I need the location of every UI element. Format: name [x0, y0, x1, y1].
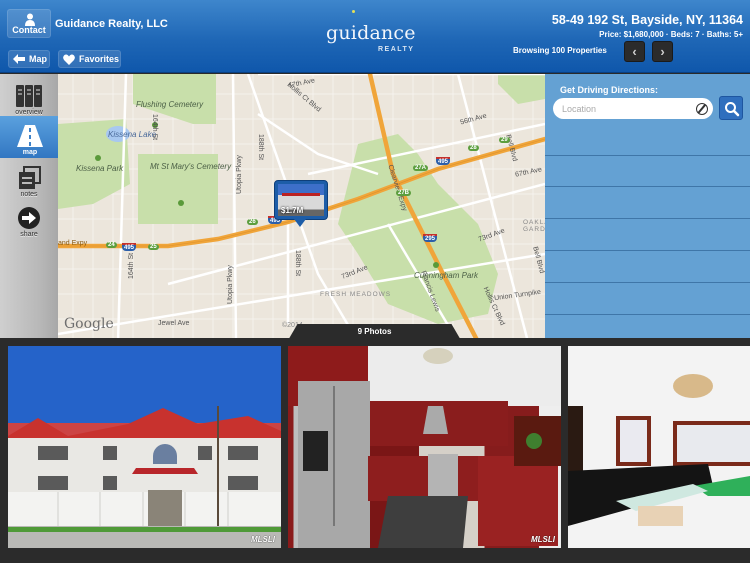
photo-house-exterior[interactable]: MLSLI	[8, 346, 281, 548]
photos-count-tab[interactable]: 9 Photos	[287, 324, 462, 342]
contact-button[interactable]: Contact	[7, 9, 51, 38]
heart-icon	[63, 54, 75, 65]
exit-shield: 27A	[413, 165, 429, 171]
map-label-flushing-cemetery: Flushing Cemetery	[136, 100, 204, 109]
road-icon	[17, 125, 43, 147]
section-sidebar: overview map notes share	[0, 74, 65, 342]
directions-row	[545, 155, 750, 187]
property-address: 58-49 192 St, Bayside, NY, 11364	[551, 13, 743, 27]
guidance-realty-logo: guidance REALTY	[318, 6, 428, 62]
mls-watermark: MLSLI	[531, 535, 555, 544]
contact-label: Contact	[12, 25, 46, 35]
person-icon	[25, 13, 35, 26]
photo-living-room[interactable]	[568, 346, 750, 548]
exit-shield: 25	[148, 244, 159, 250]
next-property-button[interactable]: ›	[652, 41, 673, 62]
map-label-utopia-pkwy-south: Utopia Pkwy	[227, 265, 234, 304]
map-label-mt-st-marys: Mt St Mary's Cemetery	[150, 162, 232, 171]
share-arrow-icon	[18, 207, 40, 229]
exit-shield: 28	[468, 145, 479, 151]
map-label-oakland-gardens: OAKLA GARDE	[523, 219, 545, 233]
map-label-jewel-ave: Jewel Ave	[158, 320, 190, 327]
favorites-label: Favorites	[79, 54, 120, 64]
map-label-kissena-park: Kissena Park	[76, 164, 124, 173]
map-label-164th-st-south: 164th St	[128, 252, 135, 279]
previous-property-button[interactable]: ‹	[624, 41, 645, 62]
directions-row	[545, 251, 750, 283]
sidebar-item-map[interactable]: map	[0, 116, 65, 158]
logo-word: guidance	[326, 22, 416, 44]
pin-price: $1.7M	[281, 206, 304, 215]
mls-watermark: MLSLI	[251, 535, 275, 544]
interstate-shield: 495	[436, 157, 451, 165]
search-button[interactable]	[719, 96, 743, 120]
google-logo: Google	[64, 316, 114, 332]
directions-row	[545, 187, 750, 219]
search-icon	[725, 102, 740, 117]
logo-sub: REALTY	[378, 46, 415, 53]
photo-kitchen[interactable]: MLSLI	[288, 346, 561, 548]
flushing-cemetery-area	[133, 74, 216, 124]
header: Contact Guidance Realty, LLC Map Favorit…	[0, 0, 750, 73]
sidebar-label-notes: notes	[20, 191, 38, 198]
property-details: Price: $1,680,000 · Beds: 7 · Baths: 5+	[599, 30, 743, 39]
location-input[interactable]	[553, 98, 713, 119]
chevron-right-icon: ›	[660, 44, 665, 59]
company-name: Guidance Realty, LLC	[55, 18, 168, 30]
sidebar-item-overview[interactable]: overview	[0, 76, 58, 118]
columns-icon	[16, 85, 42, 107]
sidebar-item-share[interactable]: share	[0, 198, 58, 240]
map-label-fresh-meadows: FRESH MEADOWS	[320, 291, 392, 298]
interstate-shield: 495	[122, 243, 137, 251]
exit-shield: 27B	[396, 190, 412, 196]
sidebar-label-share: share	[20, 231, 38, 238]
exit-shield: 29	[499, 137, 510, 143]
map-label-long-island-expy: and Expy	[58, 240, 88, 247]
map-label-kissena-lake: Kissena Lake	[108, 130, 157, 139]
photo-strip[interactable]: 9 Photos MLSLI MLSLI	[0, 324, 750, 563]
map-label-164th-st: 164th St	[151, 114, 158, 141]
directions-panel: Get Driving Directions:	[545, 74, 750, 342]
notes-icon	[19, 166, 41, 189]
exit-shield: 24	[106, 242, 117, 248]
directions-row	[545, 219, 750, 251]
sidebar-label-map: map	[22, 149, 38, 156]
chevron-left-icon: ‹	[632, 44, 637, 59]
map-label-188th-st: 188th St	[257, 134, 264, 161]
browsing-count: Browsing 100 Properties	[513, 46, 607, 55]
property-map-pin[interactable]: $1.7M	[274, 180, 328, 227]
arrow-left-icon	[13, 54, 25, 64]
logo-dot	[352, 10, 355, 13]
compass-icon[interactable]	[696, 103, 708, 115]
house-exterior-image	[8, 406, 281, 532]
map-button-label: Map	[29, 54, 47, 64]
directions-title: Get Driving Directions:	[560, 85, 659, 95]
map-view[interactable]: Flushing Cemetery Kissena Lake Kissena P…	[58, 74, 545, 342]
app: Contact Guidance Realty, LLC Map Favorit…	[0, 0, 750, 563]
directions-list	[545, 155, 750, 315]
exit-shield: 26	[247, 219, 258, 225]
living-room-image	[568, 346, 750, 548]
back-to-map-button[interactable]: Map	[8, 50, 50, 68]
map-label-utopia-pkwy: Utopia Pkwy	[236, 155, 243, 194]
favorites-button[interactable]: Favorites	[58, 50, 121, 68]
kitchen-image	[288, 346, 561, 548]
map-label-188th-st-south: 188th St	[294, 250, 301, 277]
sidebar-label-overview: overview	[15, 109, 43, 116]
directions-row	[545, 283, 750, 315]
interstate-shield: 295	[423, 234, 438, 242]
sidebar-item-notes[interactable]: notes	[0, 158, 58, 200]
